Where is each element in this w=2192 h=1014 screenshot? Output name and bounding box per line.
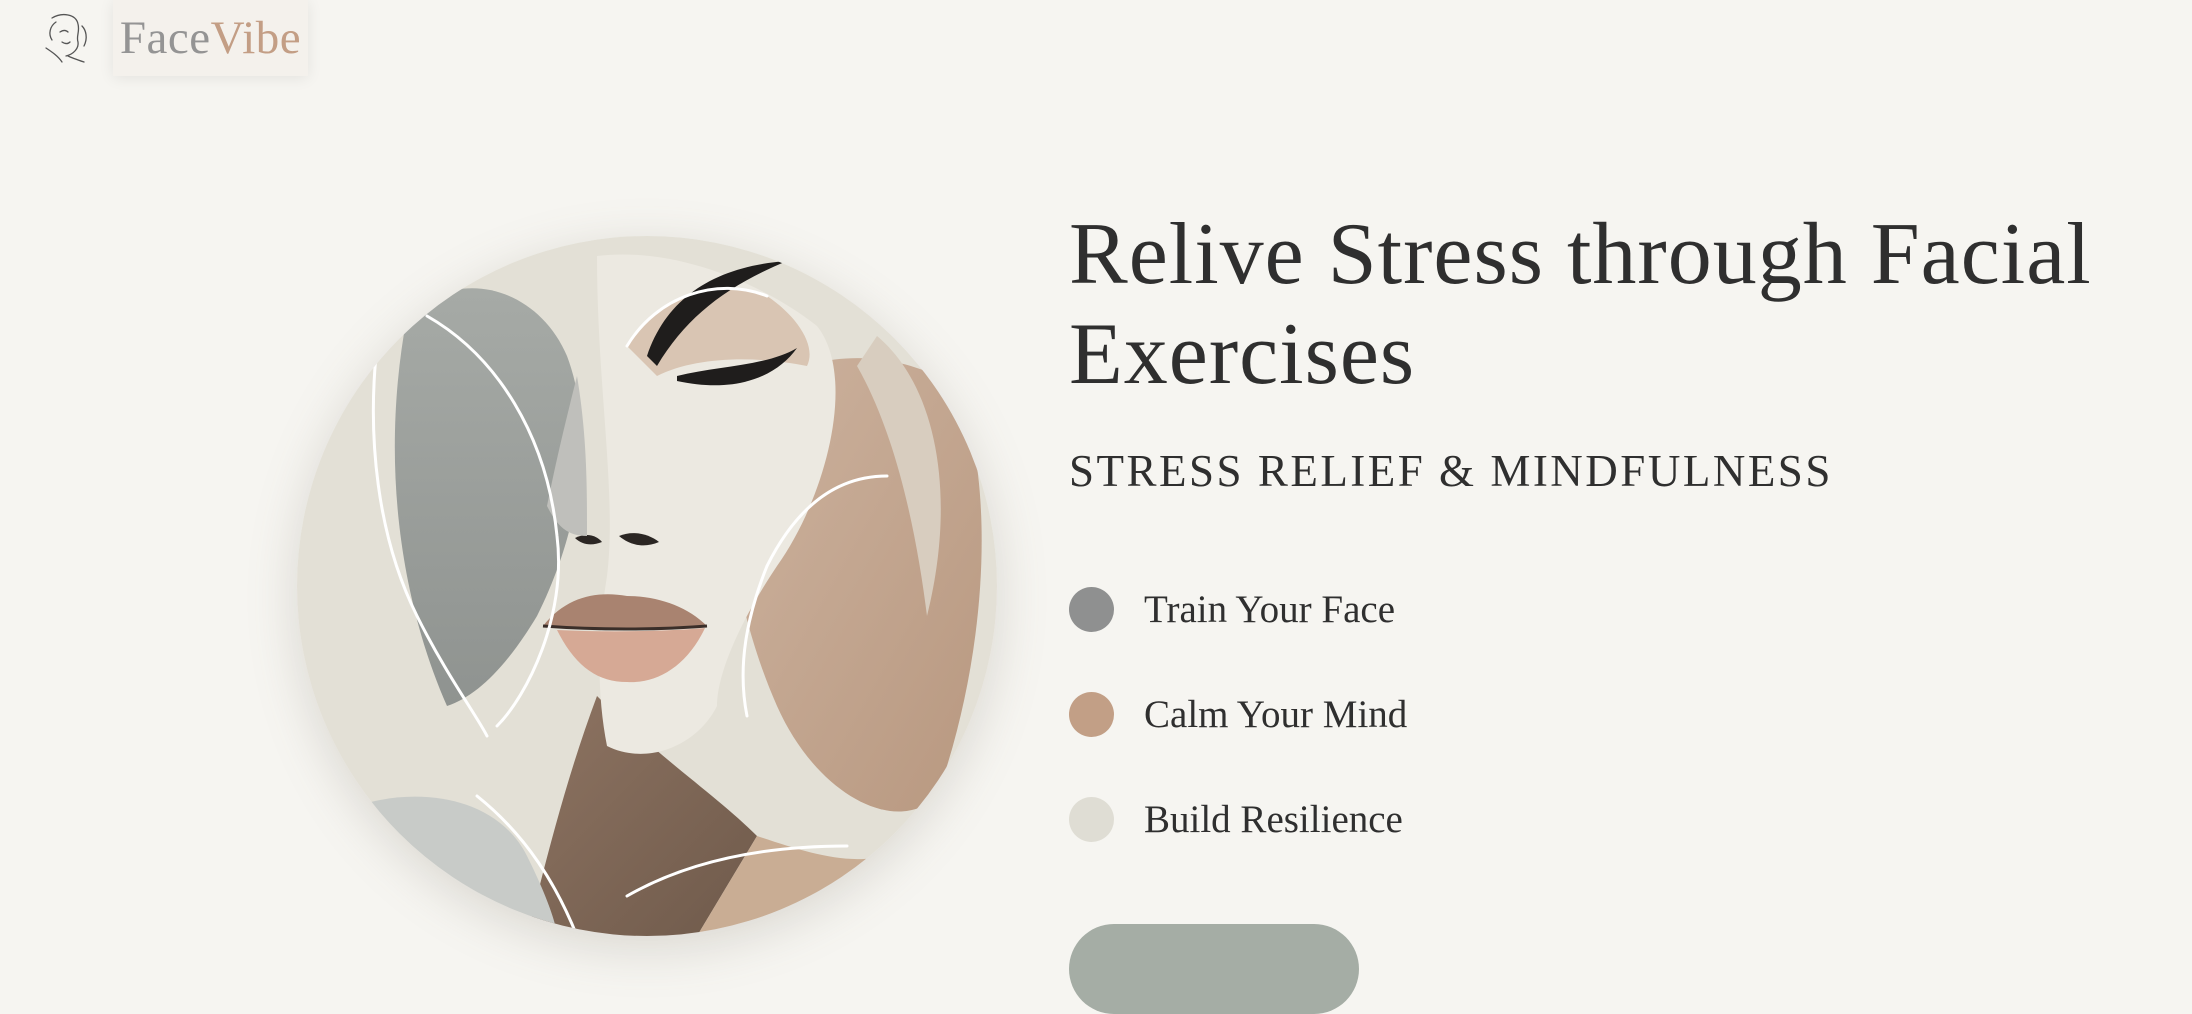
abstract-face-illustration bbox=[297, 236, 997, 936]
hero-title: Relive Stress through Facial Exercises bbox=[1069, 206, 2092, 403]
feature-label: Calm Your Mind bbox=[1144, 692, 1408, 736]
feature-label: Train Your Face bbox=[1144, 587, 1396, 631]
feature-item-calm-your-mind: Calm Your Mind bbox=[1069, 691, 1407, 737]
beige-bullet-icon bbox=[1069, 796, 1114, 842]
cta-button[interactable] bbox=[1069, 924, 1359, 1014]
brand-name-face: Face bbox=[119, 12, 211, 64]
feature-item-train-your-face: Train Your Face bbox=[1069, 586, 1395, 632]
brand-name-vibe: Vibe bbox=[210, 12, 302, 64]
feature-label: Build Resilience bbox=[1144, 797, 1403, 841]
feature-item-build-resilience: Build Resilience bbox=[1069, 796, 1403, 842]
brand-logo[interactable]: FaceVibe bbox=[113, 0, 308, 76]
grey-bullet-icon bbox=[1069, 586, 1114, 632]
hero-subtitle: STRESS RELIEF & MINDFULNESS bbox=[1069, 446, 1833, 496]
face-line-art-icon[interactable] bbox=[38, 12, 94, 64]
tan-bullet-icon bbox=[1069, 691, 1114, 737]
